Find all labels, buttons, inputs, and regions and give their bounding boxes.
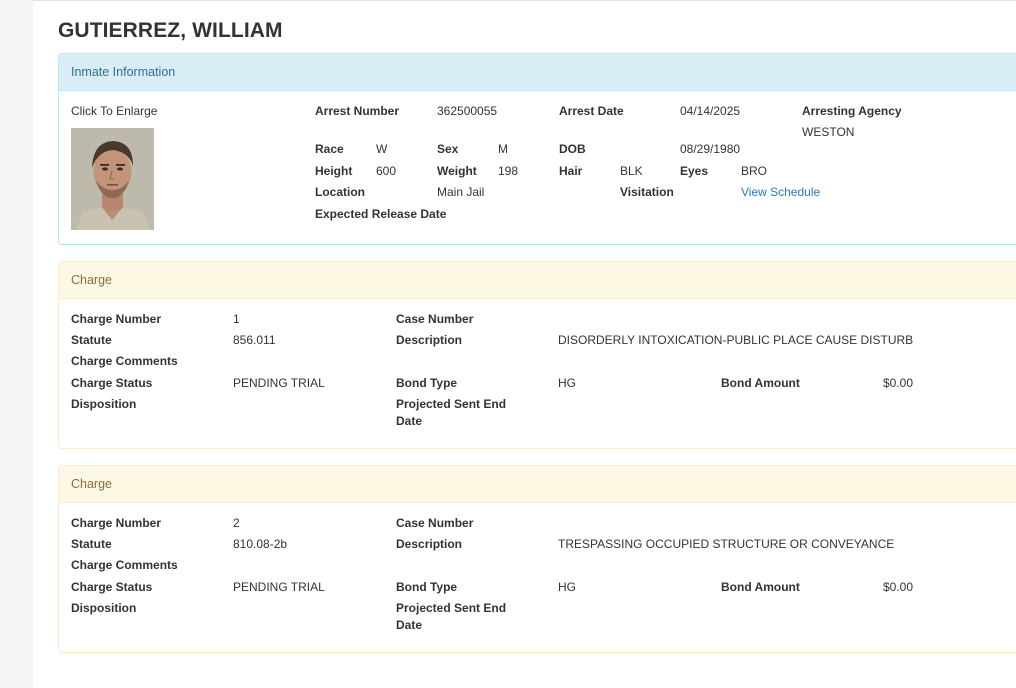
charge-heading: Charge	[59, 466, 1016, 503]
charge-heading: Charge	[59, 262, 1016, 299]
projected-sent-end-label-date: Date	[396, 414, 423, 428]
bond-type-value: HG	[558, 580, 576, 594]
click-to-enlarge-label: Click To Enlarge	[71, 104, 158, 118]
case-number-label: Case Number	[396, 312, 474, 326]
projected-sent-end-label: Projected Sent End	[396, 601, 507, 615]
weight-label: Weight	[437, 164, 477, 178]
charge-number-value: 2	[233, 516, 240, 530]
charge-status-value: PENDING TRIAL	[233, 376, 325, 390]
description-label: Description	[396, 333, 463, 347]
charge-comments-label: Charge Comments	[71, 354, 178, 368]
inmate-information-panel: Inmate Information Click To Enlarge Arre…	[58, 53, 1016, 245]
description-value: TRESPASSING OCCUPIED STRUCTURE OR CONVEY…	[558, 537, 895, 551]
hair-label: Hair	[559, 164, 583, 178]
projected-sent-end-label: Projected Sent End	[396, 397, 507, 411]
page-container: GUTIERREZ, WILLIAM Inmate Information Cl…	[33, 0, 1016, 688]
arrest-number-label: Arrest Number	[315, 104, 400, 118]
sex-value: M	[498, 142, 508, 156]
eyes-label: Eyes	[680, 164, 709, 178]
charge-panel: Charge Charge Number 2 Case Number Statu…	[58, 465, 1016, 653]
arresting-agency-label: Arresting Agency	[802, 104, 902, 118]
inmate-name-title: GUTIERREZ, WILLIAM	[58, 19, 283, 42]
arrest-number-value: 362500055	[437, 104, 498, 118]
bond-amount-value: $0.00	[883, 580, 914, 594]
mugshot-image	[71, 128, 154, 230]
height-label: Height	[315, 164, 353, 178]
projected-sent-end-label-date: Date	[396, 618, 423, 632]
description-value: DISORDERLY INTOXICATION-PUBLIC PLACE CAU…	[558, 333, 914, 347]
hair-value: BLK	[620, 164, 643, 178]
arresting-agency-value: WESTON	[802, 125, 855, 139]
statute-value: 856.011	[233, 333, 276, 347]
inmate-information-heading: Inmate Information	[59, 54, 1016, 91]
charge-number-value: 1	[233, 312, 240, 326]
arrest-date-label: Arrest Date	[559, 104, 624, 118]
eyes-value: BRO	[741, 164, 768, 178]
dob-value: 08/29/1980	[680, 142, 741, 156]
location-label: Location	[315, 185, 365, 199]
charge-status-label: Charge Status	[71, 580, 153, 594]
disposition-label: Disposition	[71, 397, 137, 411]
view-schedule-link[interactable]: View Schedule	[741, 185, 820, 199]
height-value: 600	[376, 164, 397, 178]
bond-amount-label: Bond Amount	[721, 580, 800, 594]
visitation-label: Visitation	[620, 185, 674, 199]
bond-type-label: Bond Type	[396, 580, 458, 594]
statute-label: Statute	[71, 333, 112, 347]
statute-value: 810.08-2b	[233, 537, 288, 551]
bond-type-value: HG	[558, 376, 576, 390]
weight-value: 198	[498, 164, 519, 178]
bond-amount-value: $0.00	[883, 376, 914, 390]
description-label: Description	[396, 537, 463, 551]
charge-number-label: Charge Number	[71, 312, 162, 326]
race-value: W	[376, 142, 388, 156]
race-label: Race	[315, 142, 344, 156]
charge-comments-label: Charge Comments	[71, 558, 178, 572]
statute-label: Statute	[71, 537, 112, 551]
charge-panel: Charge Charge Number 1 Case Number Statu…	[58, 261, 1016, 449]
expected-release-date-label: Expected Release Date	[315, 207, 447, 221]
bond-amount-label: Bond Amount	[721, 376, 800, 390]
location-value: Main Jail	[437, 185, 485, 199]
case-number-label: Case Number	[396, 516, 474, 530]
disposition-label: Disposition	[71, 601, 137, 615]
sex-label: Sex	[437, 142, 459, 156]
arrest-date-value: 04/14/2025	[680, 104, 741, 118]
inmate-photo[interactable]	[71, 128, 154, 230]
charge-number-label: Charge Number	[71, 516, 162, 530]
bond-type-label: Bond Type	[396, 376, 458, 390]
charge-status-label: Charge Status	[71, 376, 153, 390]
dob-label: DOB	[559, 142, 586, 156]
charge-status-value: PENDING TRIAL	[233, 580, 325, 594]
